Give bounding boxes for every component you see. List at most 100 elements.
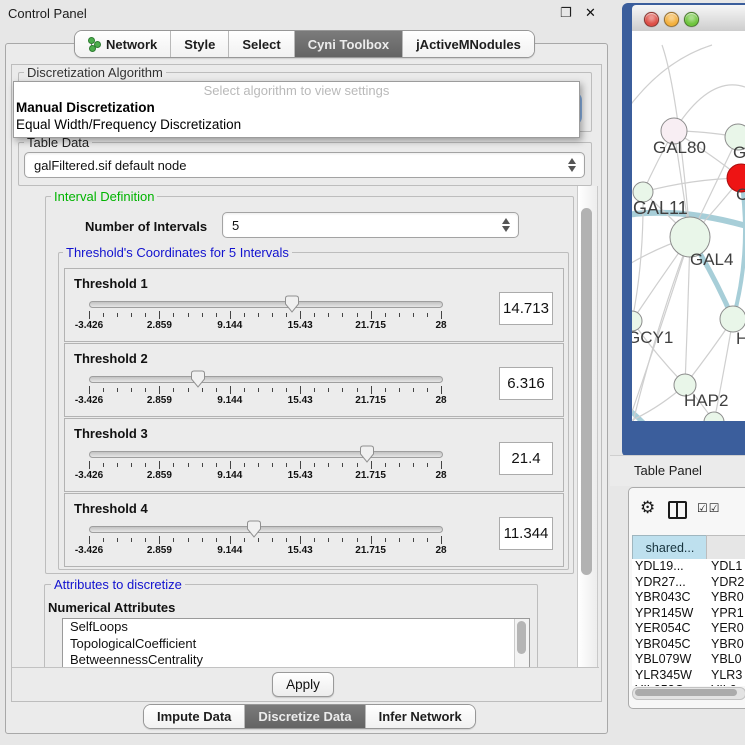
slider-track[interactable] bbox=[89, 526, 443, 533]
slider-minor-tick bbox=[244, 313, 245, 317]
slider-minor-tick bbox=[413, 463, 414, 467]
slider-tick-label: 15.43 bbox=[288, 470, 313, 481]
tab-infer-network[interactable]: Infer Network bbox=[366, 705, 475, 728]
attribute-item-topologicalcoefficient[interactable]: TopologicalCoefficient bbox=[63, 636, 529, 653]
column-header-name[interactable]: name bbox=[706, 535, 745, 560]
column-header-shared-name[interactable]: shared... bbox=[632, 535, 708, 560]
slider-minor-tick bbox=[286, 463, 287, 467]
slider-minor-tick bbox=[145, 538, 146, 542]
cell-name: YIL0 bbox=[706, 683, 737, 686]
table-data-combobox[interactable]: galFiltered.sif default node bbox=[24, 152, 585, 178]
float-window-icon[interactable]: ❐ bbox=[560, 5, 575, 20]
mac-minimize-button[interactable] bbox=[664, 12, 679, 27]
slider-thumb[interactable] bbox=[284, 295, 300, 313]
slider-minor-tick bbox=[244, 463, 245, 467]
cell-shared-name: YDL19... bbox=[632, 559, 706, 575]
slider-tick-label: 2.859 bbox=[147, 470, 172, 481]
slider-minor-tick bbox=[385, 463, 386, 467]
cell-name: YBR0 bbox=[706, 637, 744, 653]
tab-jactivemnodules[interactable]: jActiveMNodules bbox=[403, 31, 534, 57]
scrollbar-thumb[interactable] bbox=[517, 621, 526, 654]
tab-style[interactable]: Style bbox=[171, 31, 229, 57]
slider-major-tick bbox=[89, 311, 90, 319]
slider-major-tick bbox=[300, 461, 301, 469]
number-of-intervals-combobox[interactable]: 5 bbox=[222, 212, 519, 238]
slider-minor-tick bbox=[258, 538, 259, 542]
network-window-titlebar[interactable] bbox=[632, 5, 745, 32]
table-row[interactable]: YDL19...YDL1 bbox=[632, 559, 745, 575]
cell-shared-name: YBR045C bbox=[632, 637, 706, 653]
slider-track[interactable] bbox=[89, 301, 443, 308]
combobox-stepper-icon[interactable] bbox=[502, 218, 511, 232]
slider-tick-label: -3.426 bbox=[75, 470, 103, 481]
cell-shared-name: YLR345W bbox=[632, 668, 706, 684]
slider-major-tick bbox=[159, 386, 160, 394]
close-window-icon[interactable]: ✕ bbox=[585, 5, 600, 20]
threshold-value-field[interactable]: 6.316 bbox=[499, 367, 553, 400]
combobox-stepper-icon[interactable] bbox=[568, 158, 577, 172]
slider-minor-tick bbox=[328, 538, 329, 542]
table-horizontal-scrollbar[interactable] bbox=[632, 687, 745, 700]
network-edge[interactable] bbox=[632, 45, 712, 111]
slider-track[interactable] bbox=[89, 451, 443, 458]
slider-thumb[interactable] bbox=[190, 370, 206, 388]
table-row[interactable]: YBR045CYBR0 bbox=[632, 637, 745, 653]
slider-thumb[interactable] bbox=[359, 445, 375, 463]
slider-track[interactable] bbox=[89, 376, 443, 383]
slider-thumb[interactable] bbox=[246, 520, 262, 538]
table-row[interactable]: YIL052CYIL0 bbox=[632, 683, 745, 686]
threshold-value-field[interactable]: 14.713 bbox=[499, 292, 553, 325]
slider-tick-label: 21.715 bbox=[355, 395, 386, 406]
attributes-list-scrollbar[interactable] bbox=[514, 619, 529, 668]
slider-minor-tick bbox=[385, 388, 386, 392]
slider-major-tick bbox=[230, 461, 231, 469]
scrollbar-thumb[interactable] bbox=[581, 208, 592, 575]
dropdown-item-manual-discretization[interactable]: Manual Discretization bbox=[14, 99, 579, 116]
gear-icon[interactable]: ⚙ bbox=[640, 498, 655, 518]
slider-minor-tick bbox=[272, 538, 273, 542]
tab-discretize-data[interactable]: Discretize Data bbox=[245, 705, 365, 728]
threshold-value-field[interactable]: 11.344 bbox=[499, 517, 553, 550]
table-row[interactable]: YBL079WYBL0 bbox=[632, 652, 745, 668]
slider-tick-label: 15.43 bbox=[288, 320, 313, 331]
settings-vertical-scrollbar[interactable] bbox=[577, 186, 598, 667]
network-canvas[interactable]: GAL80GACGAL11GAL4GCY1HHAP2 bbox=[632, 31, 745, 421]
slider-minor-tick bbox=[131, 313, 132, 317]
tab-cyni-toolbox[interactable]: Cyni Toolbox bbox=[295, 31, 403, 57]
scrollbar-thumb[interactable] bbox=[635, 689, 737, 696]
mac-zoom-button[interactable] bbox=[684, 12, 699, 27]
threshold-panel-2: Threshold 2-3.4262.8599.14415.4321.71528… bbox=[64, 343, 564, 417]
attribute-item-selfloops[interactable]: SelfLoops bbox=[63, 619, 529, 636]
slider-tick-label: 21.715 bbox=[355, 320, 386, 331]
network-edge[interactable] bbox=[643, 178, 741, 192]
slider-minor-tick bbox=[272, 463, 273, 467]
apply-button[interactable]: Apply bbox=[272, 672, 334, 697]
tab-impute-data[interactable]: Impute Data bbox=[144, 705, 245, 728]
select-columns-checkboxes-icon[interactable]: ☑☑ bbox=[697, 501, 721, 515]
cell-name: YPR1 bbox=[706, 606, 744, 622]
slider-major-tick bbox=[441, 311, 442, 319]
mac-close-button[interactable] bbox=[644, 12, 659, 27]
numerical-attributes-list[interactable]: SelfLoopsTopologicalCoefficientBetweenne… bbox=[62, 618, 530, 669]
slider-minor-tick bbox=[427, 313, 428, 317]
slider-tick-label: -3.426 bbox=[75, 545, 103, 556]
table-row[interactable]: YPR145WYPR1 bbox=[632, 606, 745, 622]
dropdown-item-equal-width-frequency-discretization[interactable]: Equal Width/Frequency Discretization bbox=[14, 116, 579, 133]
table-row[interactable]: YBR043CYBR0 bbox=[632, 590, 745, 606]
table-row[interactable]: YLR345WYLR3 bbox=[632, 668, 745, 684]
tab-label: Network bbox=[106, 37, 157, 52]
table-row[interactable]: YDR27...YDR2 bbox=[632, 575, 745, 591]
threshold-value-field[interactable]: 21.4 bbox=[499, 442, 553, 475]
slider-minor-tick bbox=[314, 463, 315, 467]
threshold-panel-1: Threshold 1-3.4262.8599.14415.4321.71528… bbox=[64, 268, 564, 342]
table-data-combobox-value: galFiltered.sif default node bbox=[34, 158, 186, 173]
split-columns-icon[interactable] bbox=[668, 501, 687, 519]
tab-network[interactable]: Network bbox=[75, 31, 171, 57]
slider-minor-tick bbox=[173, 538, 174, 542]
slider-minor-tick bbox=[399, 538, 400, 542]
tab-label: Discretize Data bbox=[258, 709, 351, 724]
tab-select[interactable]: Select bbox=[229, 31, 294, 57]
network-node-partial-bottom[interactable] bbox=[704, 412, 724, 421]
slider-minor-tick bbox=[173, 463, 174, 467]
table-row[interactable]: YER054CYER0 bbox=[632, 621, 745, 637]
